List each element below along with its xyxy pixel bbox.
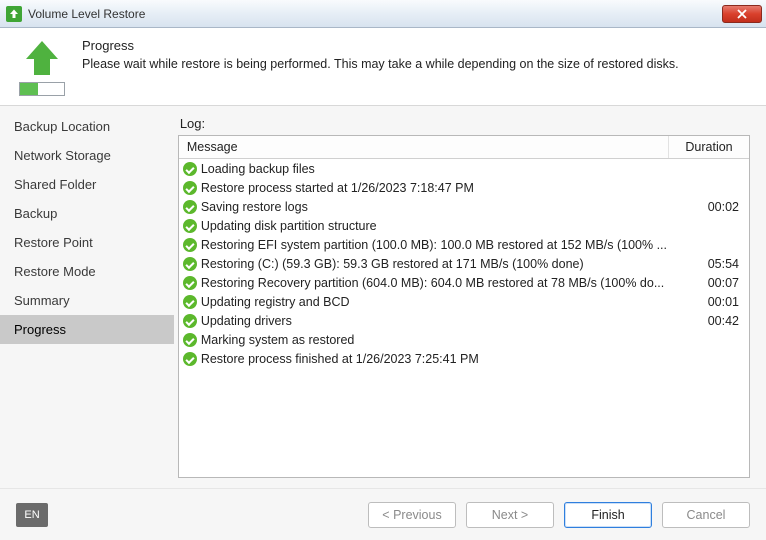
log-message: Loading backup files bbox=[201, 162, 673, 176]
log-message: Saving restore logs bbox=[201, 200, 673, 214]
close-icon bbox=[737, 9, 747, 19]
log-duration: 00:07 bbox=[673, 276, 749, 290]
log-row: Restoring EFI system partition (100.0 MB… bbox=[179, 235, 749, 254]
log-column-message: Message bbox=[179, 136, 669, 158]
log-column-duration: Duration bbox=[669, 136, 749, 158]
wizard-steps-sidebar: Backup Location Network Storage Shared Fol… bbox=[0, 106, 174, 488]
sidebar-item-label: Restore Point bbox=[14, 235, 93, 250]
next-button[interactable]: Next > bbox=[466, 502, 554, 528]
log-table-header: Message Duration bbox=[179, 136, 749, 159]
sidebar-item-label: Summary bbox=[14, 293, 70, 308]
sidebar-item-label: Network Storage bbox=[14, 148, 111, 163]
log-row: Loading backup files bbox=[179, 159, 749, 178]
close-button[interactable] bbox=[722, 5, 762, 23]
log-row: Restore process started at 1/26/2023 7:1… bbox=[179, 178, 749, 197]
header-description: Please wait while restore is being perfo… bbox=[82, 57, 750, 71]
sidebar-item[interactable]: Summary bbox=[0, 286, 174, 315]
log-message: Marking system as restored bbox=[201, 333, 673, 347]
log-row: Updating disk partition structure bbox=[179, 216, 749, 235]
sidebar-item-label: Progress bbox=[14, 322, 66, 337]
sidebar-item[interactable]: Network Storage bbox=[0, 141, 174, 170]
progress-mini-bar-icon bbox=[19, 82, 65, 96]
cancel-button[interactable]: Cancel bbox=[662, 502, 750, 528]
finish-button[interactable]: Finish bbox=[564, 502, 652, 528]
sidebar-item[interactable]: Backup bbox=[0, 199, 174, 228]
sidebar-item[interactable]: Progress bbox=[0, 315, 174, 344]
log-row: Updating drivers00:42 bbox=[179, 311, 749, 330]
log-row: Restoring Recovery partition (604.0 MB):… bbox=[179, 273, 749, 292]
language-button[interactable]: EN bbox=[16, 503, 48, 527]
sidebar-item[interactable]: Restore Point bbox=[0, 228, 174, 257]
success-check-icon bbox=[183, 162, 197, 176]
sidebar-item-label: Backup Location bbox=[14, 119, 110, 134]
success-check-icon bbox=[183, 314, 197, 328]
sidebar-item-label: Shared Folder bbox=[14, 177, 96, 192]
log-label: Log: bbox=[180, 116, 750, 131]
wizard-footer: EN < Previous Next > Finish Cancel bbox=[0, 488, 766, 540]
sidebar-item[interactable]: Backup Location bbox=[0, 112, 174, 141]
upload-arrow-icon bbox=[19, 38, 65, 78]
sidebar-item-label: Backup bbox=[14, 206, 57, 221]
log-row: Restore process finished at 1/26/2023 7:… bbox=[179, 349, 749, 368]
restore-up-icon bbox=[6, 6, 22, 22]
success-check-icon bbox=[183, 181, 197, 195]
log-row: Updating registry and BCD00:01 bbox=[179, 292, 749, 311]
previous-button[interactable]: < Previous bbox=[368, 502, 456, 528]
success-check-icon bbox=[183, 257, 197, 271]
log-duration: 00:02 bbox=[673, 200, 749, 214]
log-message: Restoring (C:) (59.3 GB): 59.3 GB restor… bbox=[201, 257, 673, 271]
success-check-icon bbox=[183, 200, 197, 214]
log-table-body: Loading backup files Restore process star… bbox=[179, 159, 749, 477]
success-check-icon bbox=[183, 219, 197, 233]
log-message: Restoring Recovery partition (604.0 MB):… bbox=[201, 276, 673, 290]
header-title: Progress bbox=[82, 38, 750, 53]
log-message: Updating registry and BCD bbox=[201, 295, 673, 309]
log-message: Updating disk partition structure bbox=[201, 219, 673, 233]
log-message: Restore process started at 1/26/2023 7:1… bbox=[201, 181, 673, 195]
log-duration: 00:42 bbox=[673, 314, 749, 328]
log-row: Saving restore logs00:02 bbox=[179, 197, 749, 216]
sidebar-item[interactable]: Shared Folder bbox=[0, 170, 174, 199]
success-check-icon bbox=[183, 238, 197, 252]
log-message: Restoring EFI system partition (100.0 MB… bbox=[201, 238, 673, 252]
log-row: Restoring (C:) (59.3 GB): 59.3 GB restor… bbox=[179, 254, 749, 273]
log-table: Message Duration Loading backup files Res… bbox=[178, 135, 750, 478]
success-check-icon bbox=[183, 276, 197, 290]
header-icon bbox=[16, 38, 68, 96]
wizard-header: Progress Please wait while restore is be… bbox=[0, 28, 766, 106]
success-check-icon bbox=[183, 352, 197, 366]
log-message: Updating drivers bbox=[201, 314, 673, 328]
titlebar: Volume Level Restore bbox=[0, 0, 766, 28]
log-duration: 05:54 bbox=[673, 257, 749, 271]
wizard-content: Log: Message Duration Loading backup fil… bbox=[174, 106, 766, 488]
window-title: Volume Level Restore bbox=[28, 7, 145, 21]
log-duration: 00:01 bbox=[673, 295, 749, 309]
log-row: Marking system as restored bbox=[179, 330, 749, 349]
success-check-icon bbox=[183, 333, 197, 347]
log-message: Restore process finished at 1/26/2023 7:… bbox=[201, 352, 673, 366]
sidebar-item[interactable]: Restore Mode bbox=[0, 257, 174, 286]
wizard-body: Backup Location Network Storage Shared Fol… bbox=[0, 106, 766, 488]
success-check-icon bbox=[183, 295, 197, 309]
sidebar-item-label: Restore Mode bbox=[14, 264, 96, 279]
